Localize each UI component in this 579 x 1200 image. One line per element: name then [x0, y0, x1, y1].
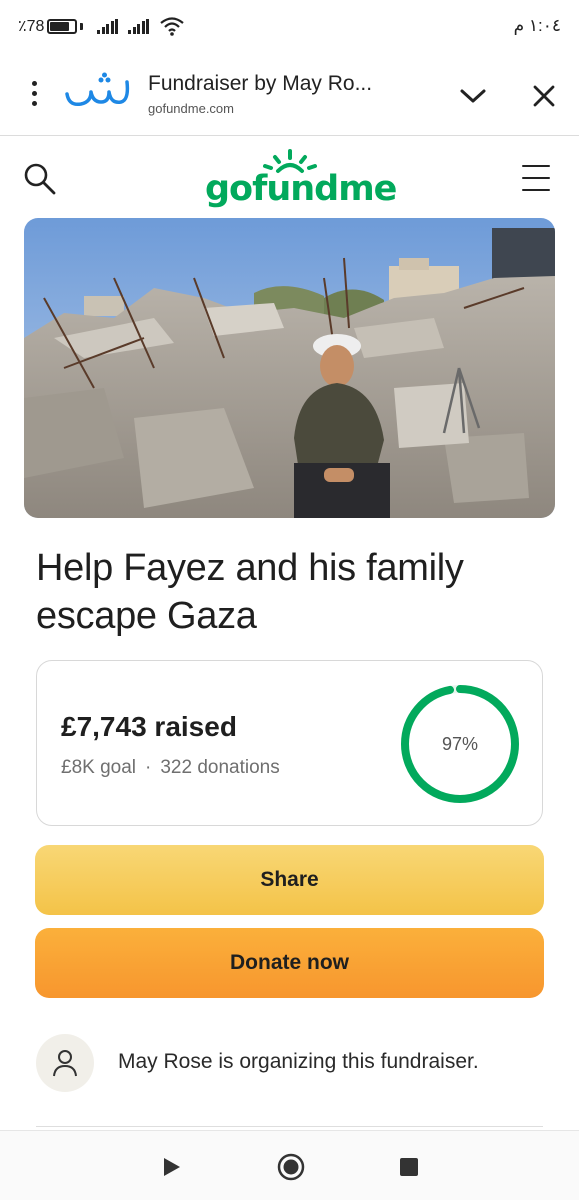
status-icons: ٪78: [18, 16, 185, 36]
logo-text: gofundme: [205, 169, 397, 209]
progress-ring: 97%: [399, 683, 521, 805]
hamburger-menu-icon[interactable]: [522, 165, 552, 191]
amount-raised: £7,743 raised: [61, 711, 237, 742]
user-icon: [36, 1034, 94, 1092]
browser-toolbar: Fundraiser by May Ro... gofundme.com: [0, 52, 579, 136]
share-button[interactable]: Share: [35, 845, 544, 915]
goal-line: £8K goal · 322 donations: [61, 757, 280, 779]
system-nav-bar: [0, 1130, 579, 1200]
chevron-down-icon[interactable]: [455, 78, 491, 114]
browser-title: Fundraiser by May Ro...: [148, 71, 373, 95]
donation-count: 322 donations: [160, 757, 280, 778]
signal-icon-2: [128, 18, 150, 34]
kebab-menu-icon[interactable]: [24, 81, 44, 106]
site-header: gofundme: [0, 137, 579, 217]
home-icon[interactable]: [276, 1152, 306, 1182]
browser-url: gofundme.com: [148, 100, 234, 116]
battery-icon: [47, 18, 78, 34]
campaign-hero-image: [24, 218, 555, 518]
goal-amount: £8K goal: [61, 757, 137, 778]
progress-card: £7,743 raised £8K goal · 322 donations 9…: [36, 660, 543, 826]
app-logo: [58, 69, 136, 119]
wifi-icon: [160, 17, 185, 36]
progress-percent: 97%: [441, 733, 479, 754]
back-icon[interactable]: [160, 1155, 184, 1179]
donate-button[interactable]: Donate now: [35, 928, 544, 998]
separator: ·: [145, 757, 152, 778]
close-icon[interactable]: [526, 78, 562, 114]
organizer-text[interactable]: May Rose is organizing this fundraiser.: [118, 1050, 479, 1074]
battery-percent: ٪78: [18, 18, 45, 35]
search-icon[interactable]: [22, 161, 58, 197]
status-time: ١:٠٤ م: [513, 16, 561, 35]
status-bar: ٪78 ١:٠٤ م: [0, 0, 579, 52]
battery-indicator: ٪78: [18, 16, 84, 36]
recent-apps-icon[interactable]: [400, 1158, 418, 1176]
app-logo-icon: [65, 72, 130, 106]
gofundme-logo[interactable]: gofundme: [205, 149, 397, 211]
divider: [36, 1126, 543, 1127]
browser-title-block: Fundraiser by May Ro... gofundme.com: [148, 72, 408, 116]
signal-icon: [97, 18, 119, 34]
campaign-title: Help Fayez and his family escape Gaza: [36, 547, 464, 637]
